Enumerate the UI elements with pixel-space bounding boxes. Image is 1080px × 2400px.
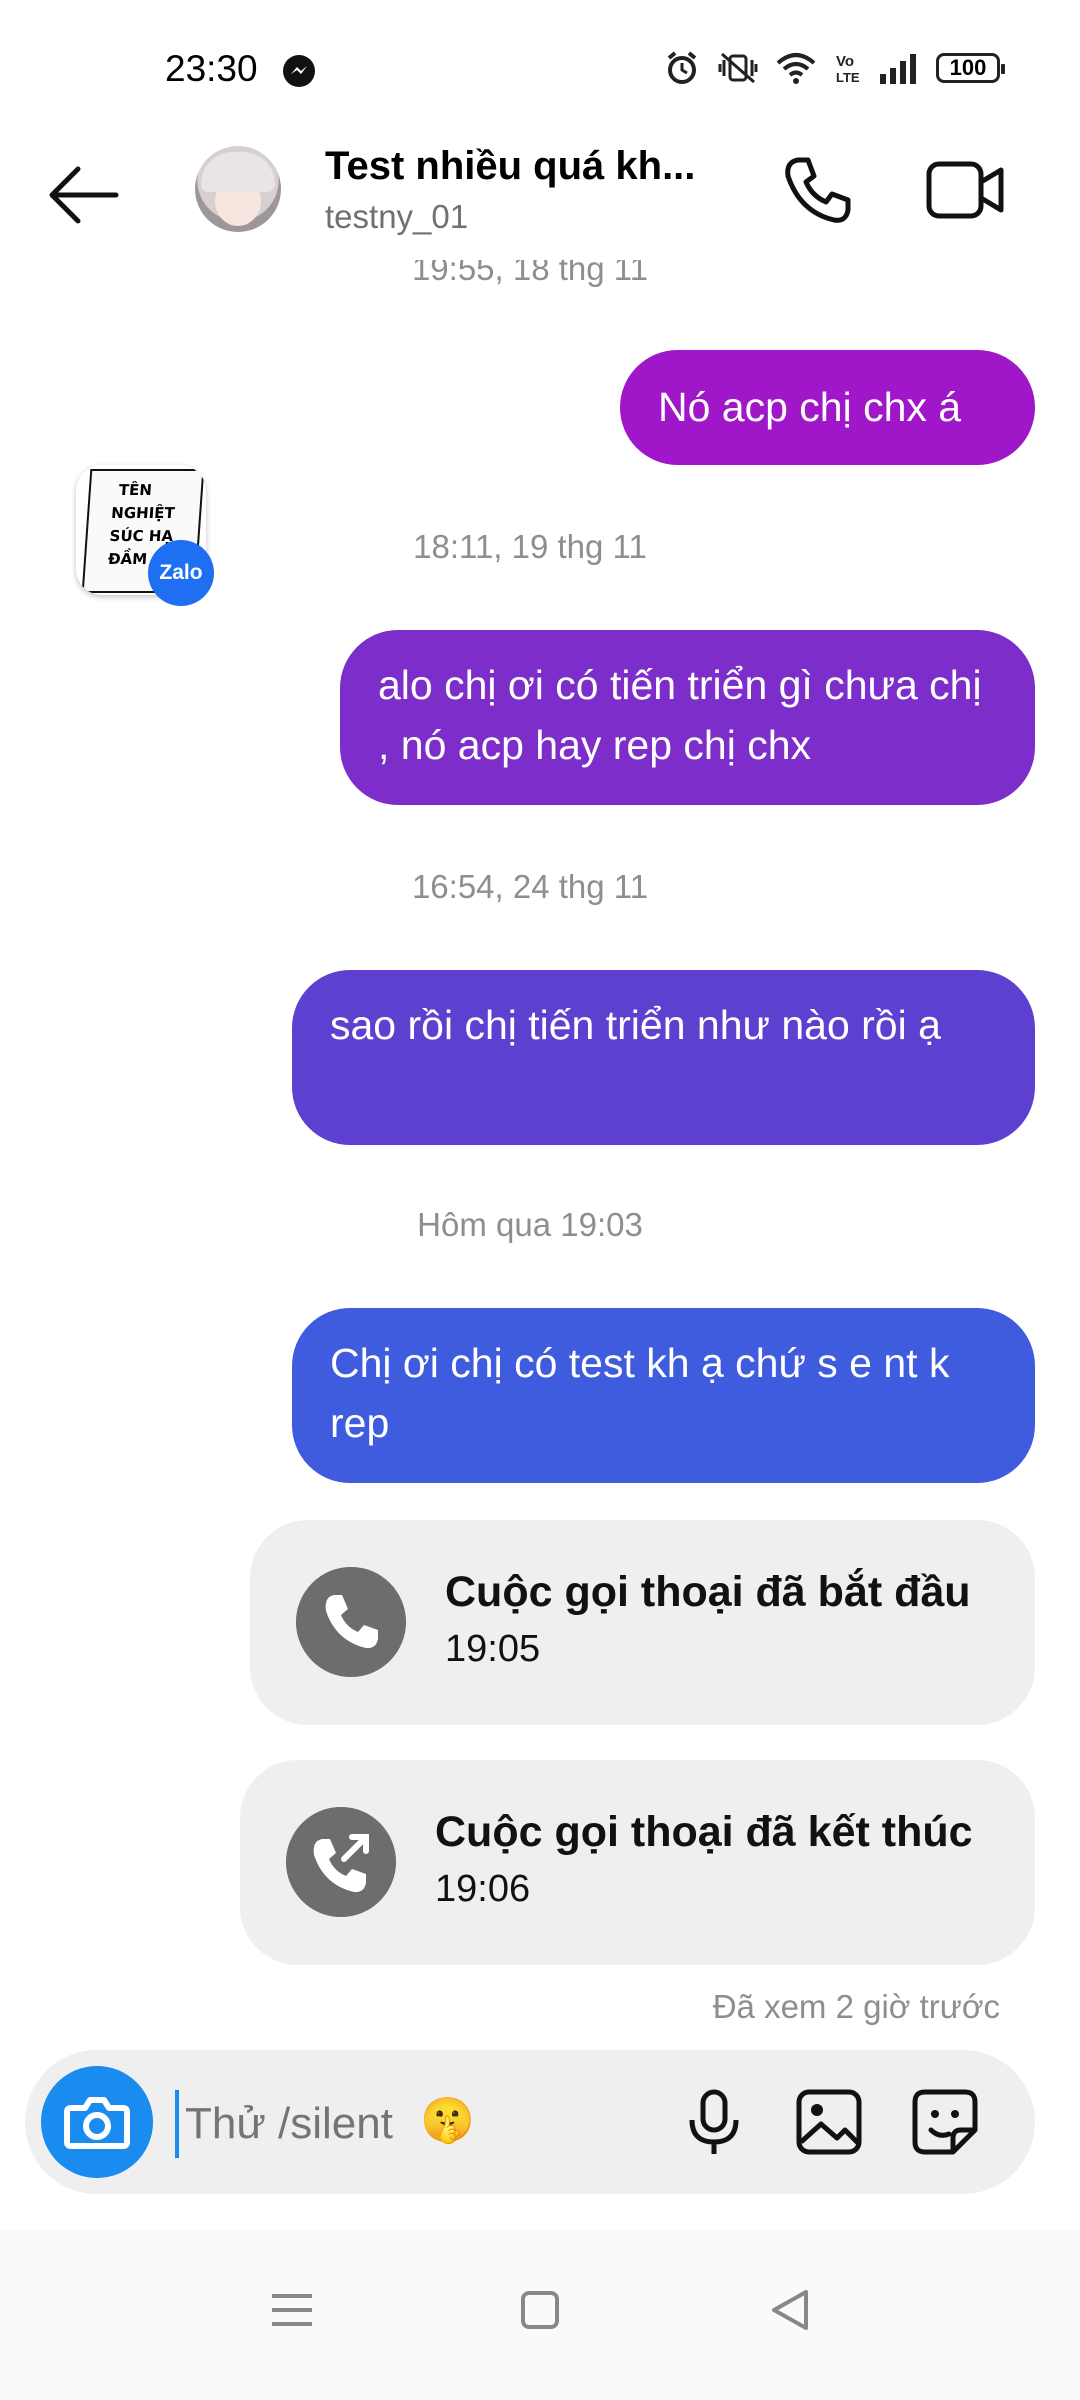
signal-icon [880, 54, 916, 84]
message-bubble[interactable]: sao rồi chị tiến triển như nào rồi ạ [292, 970, 1035, 1145]
sticker-icon[interactable] [909, 2086, 981, 2158]
avatar[interactable] [195, 146, 281, 232]
gallery-icon[interactable] [793, 2086, 865, 2158]
timestamp: 18:11, 19 thg 11 [413, 528, 647, 565]
conversation-username[interactable]: testny_01 [325, 198, 468, 236]
seen-status: Đã xem 2 giờ trước [712, 1988, 1000, 2025]
call-time: 19:06 [435, 1868, 531, 1910]
call-ended-card[interactable]: Cuộc gọi thoại đã kết thúc 19:06 [240, 1760, 1035, 1965]
message-list[interactable]: 19:55, 18 thg 11 Nó acp chị chx á TÊN NG… [0, 260, 1080, 2050]
system-nav-bar [0, 2230, 1080, 2400]
phone-outgoing-icon [286, 1807, 396, 1917]
timestamp: 16:54, 24 thg 11 [411, 868, 649, 905]
emoji-hint: 🤫 [420, 2096, 475, 2145]
wifi-icon [776, 53, 816, 84]
message-bubble[interactable]: Nó acp chị chx á [620, 350, 1035, 465]
svg-text:Vo: Vo [836, 53, 854, 70]
microphone-icon[interactable] [678, 2086, 750, 2158]
status-bar: 23:30 Vo LTE 100 [0, 0, 1080, 130]
phone-icon [296, 1567, 406, 1677]
alarm-icon [667, 51, 697, 84]
volte-icon: Vo LTE [836, 53, 860, 85]
vibrate-mute-icon [718, 52, 758, 84]
message-bubble[interactable]: Chị ơi chị có test kh ạ chứ s e nt k rep [292, 1308, 1035, 1483]
message-composer: 🤫 [25, 2050, 1035, 2194]
conversation-title[interactable]: Test nhiều quá kh... [325, 144, 695, 189]
call-title: Cuộc gọi thoại đã bắt đầu [445, 1568, 971, 1616]
call-title: Cuộc gọi thoại đã kết thúc [435, 1808, 973, 1856]
timestamp: Hôm qua 19:03 [417, 1206, 643, 1243]
back-arrow-icon[interactable] [44, 160, 124, 230]
battery-icon: 100 [936, 53, 1005, 83]
svg-text:LTE: LTE [836, 70, 860, 85]
call-started-card[interactable]: Cuộc gọi thoại đã bắt đầu 19:05 [250, 1520, 1035, 1725]
home-square-icon[interactable] [510, 2280, 570, 2340]
chat-header: Test nhiều quá kh... testny_01 [0, 130, 1080, 260]
shared-image-text: NGHIỆT [110, 504, 176, 522]
call-time: 19:05 [445, 1628, 541, 1670]
timestamp: 19:55, 18 thg 11 [411, 260, 649, 287]
video-camera-icon[interactable] [925, 154, 1005, 226]
phone-icon[interactable] [780, 152, 856, 228]
shared-image-text: TÊN [118, 481, 153, 499]
status-time: 23:30 [165, 48, 258, 89]
menu-icon[interactable] [262, 2280, 322, 2340]
messenger-icon [283, 55, 315, 87]
message-bubble[interactable]: alo chị ơi có tiến triển gì chưa chị , n… [340, 630, 1035, 805]
back-triangle-icon[interactable] [760, 2280, 820, 2340]
camera-icon[interactable] [41, 2066, 153, 2178]
